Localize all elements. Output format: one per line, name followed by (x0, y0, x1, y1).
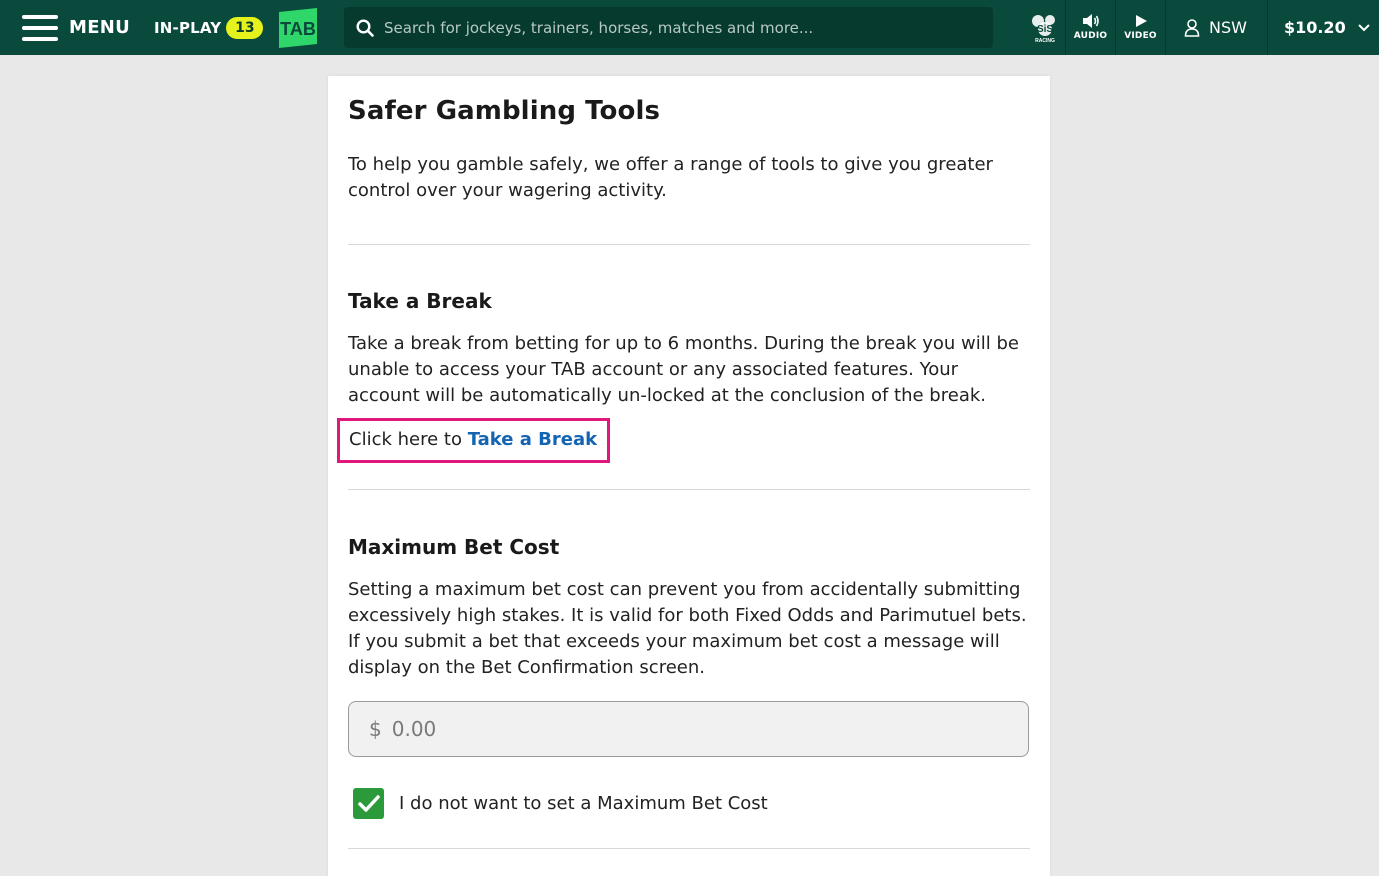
hamburger-icon (22, 14, 58, 41)
play-icon (1135, 15, 1147, 27)
take-a-break-cta: Click here to Take a Break (337, 418, 611, 463)
speaker-icon (1082, 14, 1099, 28)
search-icon (356, 18, 374, 37)
in-play-label: IN-PLAY (154, 18, 222, 37)
no-max-bet-checkbox-row[interactable]: I do not want to set a Maximum Bet Cost (353, 788, 1030, 819)
max-bet-title: Maximum Bet Cost (348, 535, 560, 559)
search-input[interactable] (384, 18, 964, 37)
content-card: Safer Gambling Tools To help you gamble … (328, 76, 1050, 876)
take-a-break-title: Take a Break (348, 289, 492, 313)
menu-button[interactable]: MENU (0, 0, 140, 55)
in-play-button[interactable]: IN-PLAY 13 (140, 0, 268, 55)
sis-text: SiS (1037, 24, 1053, 35)
max-bet-description: Setting a maximum bet cost can prevent y… (348, 579, 1027, 678)
no-max-bet-checkbox[interactable] (353, 788, 384, 819)
section-divider (348, 848, 1030, 849)
sis-racing-button[interactable]: SiS RACING (1025, 12, 1065, 44)
account-balance-button[interactable]: $10.20 (1268, 0, 1370, 55)
user-icon (1184, 18, 1200, 37)
sis-racing-icon: SiS RACING (1032, 14, 1055, 44)
audio-button[interactable]: AUDIO (1065, 0, 1115, 55)
region-selector[interactable]: NSW (1165, 0, 1268, 55)
cta-prefix: Click here to (349, 429, 468, 450)
section-divider (348, 489, 1030, 490)
take-a-break-description: Take a break from betting for up to 6 mo… (348, 333, 1019, 406)
tab-logo-icon: TAB (279, 7, 317, 48)
audio-label: AUDIO (1073, 31, 1108, 41)
sis-sub-text: RACING (1035, 38, 1055, 44)
video-label: VIDEO (1124, 31, 1157, 41)
intro-text: To help you gamble safely, we offer a ra… (348, 154, 993, 201)
tab-logo-text: TAB (280, 19, 316, 39)
menu-label: MENU (69, 17, 131, 38)
in-play-count-badge: 13 (226, 16, 264, 39)
region-label: NSW (1209, 18, 1247, 37)
max-bet-amount-field[interactable]: $ (348, 701, 1029, 757)
max-bet-amount-input[interactable] (391, 717, 1012, 741)
take-a-break-link[interactable]: Take a Break (468, 429, 597, 450)
tab-logo[interactable]: TAB (276, 7, 320, 48)
header-right-group: SiS RACING AUDIO VIDEO NSW $10.20 (1025, 0, 1370, 55)
currency-symbol: $ (369, 717, 382, 741)
balance-amount: $10.20 (1283, 18, 1346, 37)
checkmark-icon (357, 794, 380, 812)
no-max-bet-label: I do not want to set a Maximum Bet Cost (399, 793, 768, 814)
video-button[interactable]: VIDEO (1115, 0, 1165, 55)
top-nav-bar: MENU IN-PLAY 13 TAB SiS RACING (0, 0, 1379, 55)
chevron-down-icon (1357, 23, 1370, 31)
section-divider (348, 244, 1030, 245)
search-bar[interactable] (344, 7, 993, 48)
page-title: Safer Gambling Tools (348, 96, 661, 126)
